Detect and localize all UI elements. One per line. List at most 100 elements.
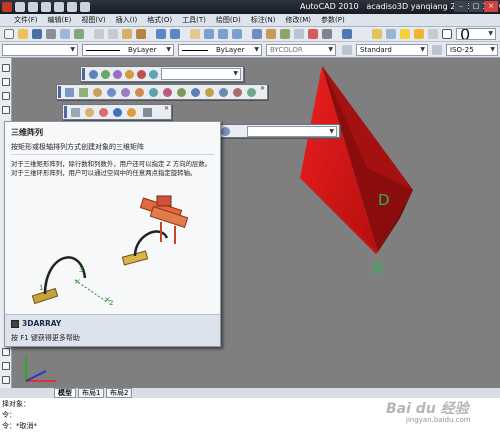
- linetype-dropdown[interactable]: ByLayer ▼: [82, 44, 174, 56]
- lineweight-dropdown[interactable]: ByLayer ▼: [178, 44, 262, 56]
- close-button[interactable]: ×: [484, 1, 498, 12]
- dim-style-icon[interactable]: [432, 45, 442, 55]
- view-dropdown[interactable]: ▼: [247, 126, 337, 137]
- menu-view[interactable]: 视图(V): [71, 15, 105, 25]
- revolve-icon[interactable]: [177, 88, 186, 97]
- layer-state-icon[interactable]: [386, 29, 396, 39]
- toolbar-grip[interactable]: [82, 68, 85, 80]
- app-menu-icon[interactable]: [2, 2, 12, 12]
- minimize-button[interactable]: –: [454, 1, 468, 12]
- array3d-icon[interactable]: [137, 70, 146, 79]
- circle-icon[interactable]: [2, 362, 10, 370]
- new-file-icon[interactable]: [15, 2, 25, 12]
- render-icon[interactable]: [85, 108, 94, 117]
- loft-icon[interactable]: [205, 88, 214, 97]
- lights-icon[interactable]: [99, 108, 108, 117]
- save-icon[interactable]: [41, 2, 51, 12]
- line-icon[interactable]: [2, 64, 10, 72]
- rectangle-icon[interactable]: [2, 106, 10, 114]
- hide-icon[interactable]: [71, 108, 80, 117]
- menu-modify[interactable]: 修改(M): [275, 15, 311, 25]
- open-icon[interactable]: [18, 29, 28, 39]
- extrude-icon[interactable]: [163, 88, 172, 97]
- help-icon[interactable]: [342, 29, 352, 39]
- subtract-icon[interactable]: [233, 88, 242, 97]
- redo-icon[interactable]: [67, 2, 77, 12]
- polyline-icon[interactable]: [2, 78, 10, 86]
- tool-palettes-icon[interactable]: [280, 29, 290, 39]
- layer-icon[interactable]: [372, 29, 382, 39]
- menu-tools[interactable]: 工具(T): [172, 15, 206, 25]
- toolbar-grip[interactable]: [64, 106, 67, 118]
- tab-layout1[interactable]: 布局1: [78, 388, 105, 398]
- rotate3d-icon[interactable]: [89, 70, 98, 79]
- publish-icon[interactable]: [74, 29, 84, 39]
- menu-format[interactable]: 格式(O): [137, 15, 172, 25]
- slice-icon[interactable]: [149, 70, 158, 79]
- sun-icon[interactable]: [414, 29, 424, 39]
- dim-style-dropdown[interactable]: ISO-25 ▼: [446, 44, 498, 56]
- cylinder-icon[interactable]: [121, 88, 130, 97]
- bulb-icon[interactable]: [400, 29, 410, 39]
- sun-properties-icon[interactable]: [127, 108, 136, 117]
- polygon-icon[interactable]: [2, 92, 10, 100]
- sphere-icon[interactable]: [107, 88, 116, 97]
- align3d-icon[interactable]: [113, 70, 122, 79]
- preview-icon[interactable]: [60, 29, 70, 39]
- paste-icon[interactable]: [122, 29, 132, 39]
- zoom-window-icon[interactable]: [218, 29, 228, 39]
- lock-icon[interactable]: [428, 29, 438, 39]
- sweep-icon[interactable]: [191, 88, 200, 97]
- tab-layout2[interactable]: 布局2: [106, 388, 133, 398]
- cut-icon[interactable]: [94, 29, 104, 39]
- visual-style-dropdown[interactable]: ▼: [161, 68, 241, 80]
- zoom-previous-icon[interactable]: [232, 29, 242, 39]
- layer-dropdown[interactable]: 0 ▼: [456, 28, 496, 40]
- new-icon[interactable]: [4, 29, 14, 39]
- menu-draw[interactable]: 绘图(D): [206, 15, 241, 25]
- materials-icon[interactable]: [113, 108, 122, 117]
- cone-icon[interactable]: [93, 88, 102, 97]
- maximize-button[interactable]: □: [469, 1, 483, 12]
- markup-icon[interactable]: [308, 29, 318, 39]
- color-dropdown[interactable]: ▼: [2, 44, 78, 56]
- union-icon[interactable]: [219, 88, 228, 97]
- view-icon[interactable]: [221, 127, 230, 136]
- copy-icon[interactable]: [108, 29, 118, 39]
- torus-icon[interactable]: [135, 88, 144, 97]
- toolbar-grip[interactable]: [58, 86, 61, 98]
- plotstyle-dropdown[interactable]: BYCOLOR ▼: [266, 44, 336, 56]
- close-icon[interactable]: ✕: [164, 105, 169, 112]
- arc-icon[interactable]: [2, 348, 10, 356]
- tab-model[interactable]: 模型: [54, 388, 76, 398]
- menu-dimension[interactable]: 标注(N): [241, 15, 276, 25]
- pyramid-icon[interactable]: [149, 88, 158, 97]
- zoom-realtime-icon[interactable]: [204, 29, 214, 39]
- text-style-dropdown[interactable]: Standard ▼: [356, 44, 428, 56]
- menu-edit[interactable]: 编辑(E): [38, 15, 72, 25]
- print-icon[interactable]: [80, 2, 90, 12]
- pan-icon[interactable]: [190, 29, 200, 39]
- design-center-icon[interactable]: [266, 29, 276, 39]
- sheet-set-icon[interactable]: [294, 29, 304, 39]
- menu-insert[interactable]: 插入(I): [106, 15, 138, 25]
- menu-file[interactable]: 文件(F): [0, 15, 38, 25]
- hatch-icon[interactable]: [2, 376, 10, 384]
- menu-parameters[interactable]: 参数(P): [311, 15, 345, 25]
- properties-icon[interactable]: [252, 29, 262, 39]
- open-file-icon[interactable]: [28, 2, 38, 12]
- close-icon[interactable]: ✕: [260, 85, 265, 92]
- render-window-icon[interactable]: [143, 108, 152, 117]
- wedge-icon[interactable]: [79, 88, 88, 97]
- calculator-icon[interactable]: [322, 29, 332, 39]
- redo-icon[interactable]: [170, 29, 180, 39]
- mirror3d-icon[interactable]: [125, 70, 134, 79]
- print-icon[interactable]: [46, 29, 56, 39]
- color-square-icon[interactable]: [442, 29, 452, 39]
- match-properties-icon[interactable]: [136, 29, 146, 39]
- box-icon[interactable]: [65, 88, 74, 97]
- text-style-icon[interactable]: [342, 45, 352, 55]
- save-icon[interactable]: [32, 29, 42, 39]
- move3d-icon[interactable]: [101, 70, 110, 79]
- undo-icon[interactable]: [156, 29, 166, 39]
